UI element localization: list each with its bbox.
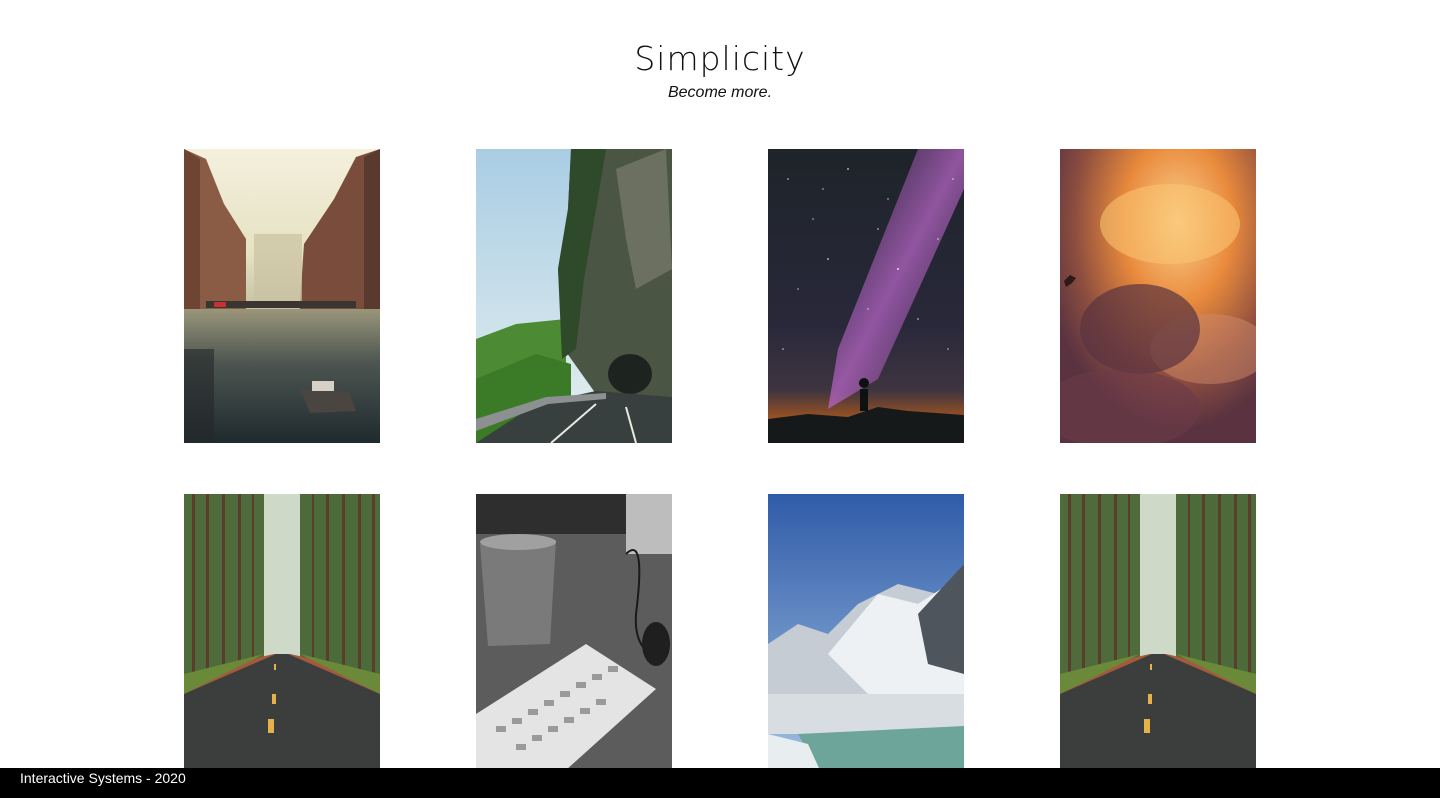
footer-text: Interactive Systems - 2020 [20,770,186,786]
page-header: Simplicity Become more. [0,38,1440,104]
keyboard-desk-image [476,494,672,788]
page-title: Simplicity [634,39,806,78]
sunset-clouds-image [1060,149,1256,443]
forest-road-image-2 [1060,494,1256,788]
gallery-photo-sunset-clouds[interactable] [1060,149,1256,443]
gallery-photo-milky-way[interactable] [768,149,964,443]
page-subtitle: Become more. [667,84,773,101]
forest-road-image [184,494,380,788]
gallery-photo-forest-road[interactable] [184,494,380,788]
milky-way-image [768,149,964,443]
page-footer: Interactive Systems - 2020 [0,768,1440,798]
gallery-photo-snowy-mountains[interactable] [768,494,964,788]
gallery-photo-keyboard-desk[interactable] [476,494,672,788]
canal-city-image [184,149,380,443]
snowy-mountains-image [768,494,964,788]
gallery-photo-forest-road-2[interactable] [1060,494,1256,788]
page: Simplicity Become more. Interactive Syst… [0,0,1440,798]
mountain-road-image [476,149,672,443]
gallery-photo-mountain-road-tunnel[interactable] [476,149,672,443]
gallery-photo-canal-city[interactable] [184,149,380,443]
